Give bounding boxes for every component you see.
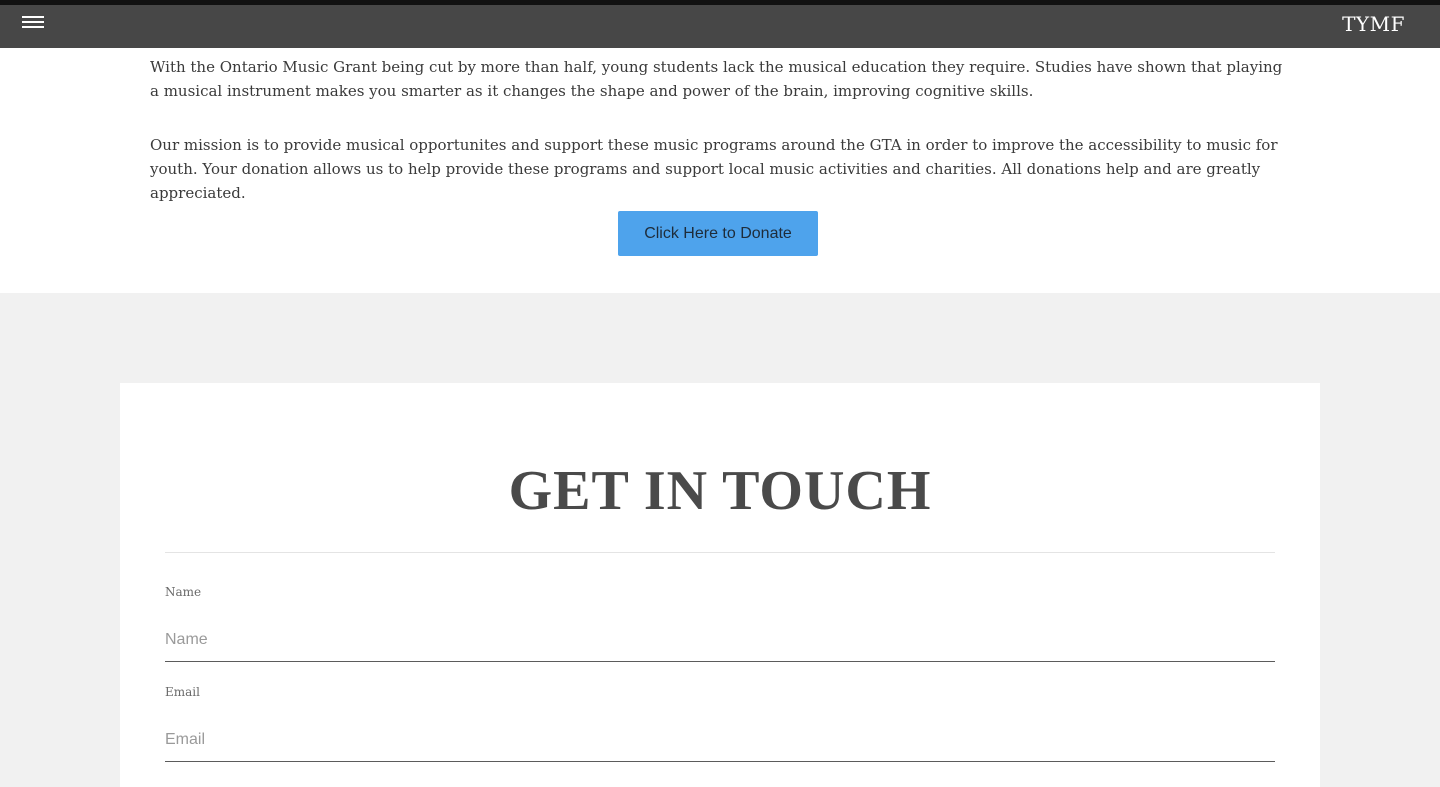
site-brand[interactable]: TYMF [1342,12,1405,36]
email-input[interactable] [165,718,1275,762]
name-field-label: Name [165,585,202,599]
about-paragraph: With the Ontario Music Grant being cut b… [150,58,1283,100]
contact-form-card: GET IN TOUCH Name Email [120,383,1320,787]
hamburger-menu-icon[interactable] [22,16,44,32]
top-navigation-bar: TYMF [0,0,1440,48]
donate-button[interactable]: Click Here to Donate [618,211,818,256]
mission-paragraph: Our mission is to provide musical opport… [150,136,1278,202]
email-field-label: Email [165,685,200,699]
about-section: With the Ontario Music Grant being cut b… [0,48,1440,293]
menu-line [22,26,44,28]
contact-title: GET IN TOUCH [508,460,932,522]
name-input[interactable] [165,618,1275,662]
hero-image-edge [0,0,1440,5]
menu-line [22,21,44,23]
title-divider [165,552,1275,553]
menu-line [22,16,44,18]
